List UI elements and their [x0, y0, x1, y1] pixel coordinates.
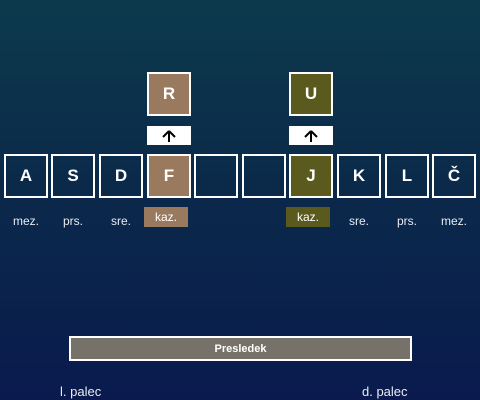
key-u[interactable]: U [289, 72, 333, 116]
key-l[interactable]: L [385, 154, 429, 198]
finger-label-left-middle: sre. [110, 214, 131, 228]
key-k[interactable]: K [337, 154, 381, 198]
finger-label-left-ring: prs. [62, 214, 83, 228]
finger-label-right-middle: sre. [348, 214, 369, 228]
key-r[interactable]: R [147, 72, 191, 116]
key-a[interactable]: A [4, 154, 48, 198]
key-f[interactable]: F [147, 154, 191, 198]
key-g[interactable] [194, 154, 238, 198]
right-thumb-label: d. palec [362, 384, 408, 399]
finger-label-left-index: kaz. [144, 207, 188, 227]
left-thumb-label: l. palec [60, 384, 102, 399]
finger-label-right-ring: prs. [396, 214, 417, 228]
key-s[interactable]: S [51, 154, 95, 198]
key-j[interactable]: J [289, 154, 333, 198]
finger-label-right-pinky: mez. [440, 214, 467, 228]
key-c-caron[interactable]: Č [432, 154, 476, 198]
spacebar-key[interactable]: Presledek [69, 336, 412, 361]
finger-label-left-pinky: mez. [12, 214, 39, 228]
finger-label-right-index: kaz. [286, 207, 330, 227]
arrow-up-icon [289, 126, 333, 145]
arrow-up-icon [147, 126, 191, 145]
key-d[interactable]: D [99, 154, 143, 198]
key-h[interactable] [242, 154, 286, 198]
